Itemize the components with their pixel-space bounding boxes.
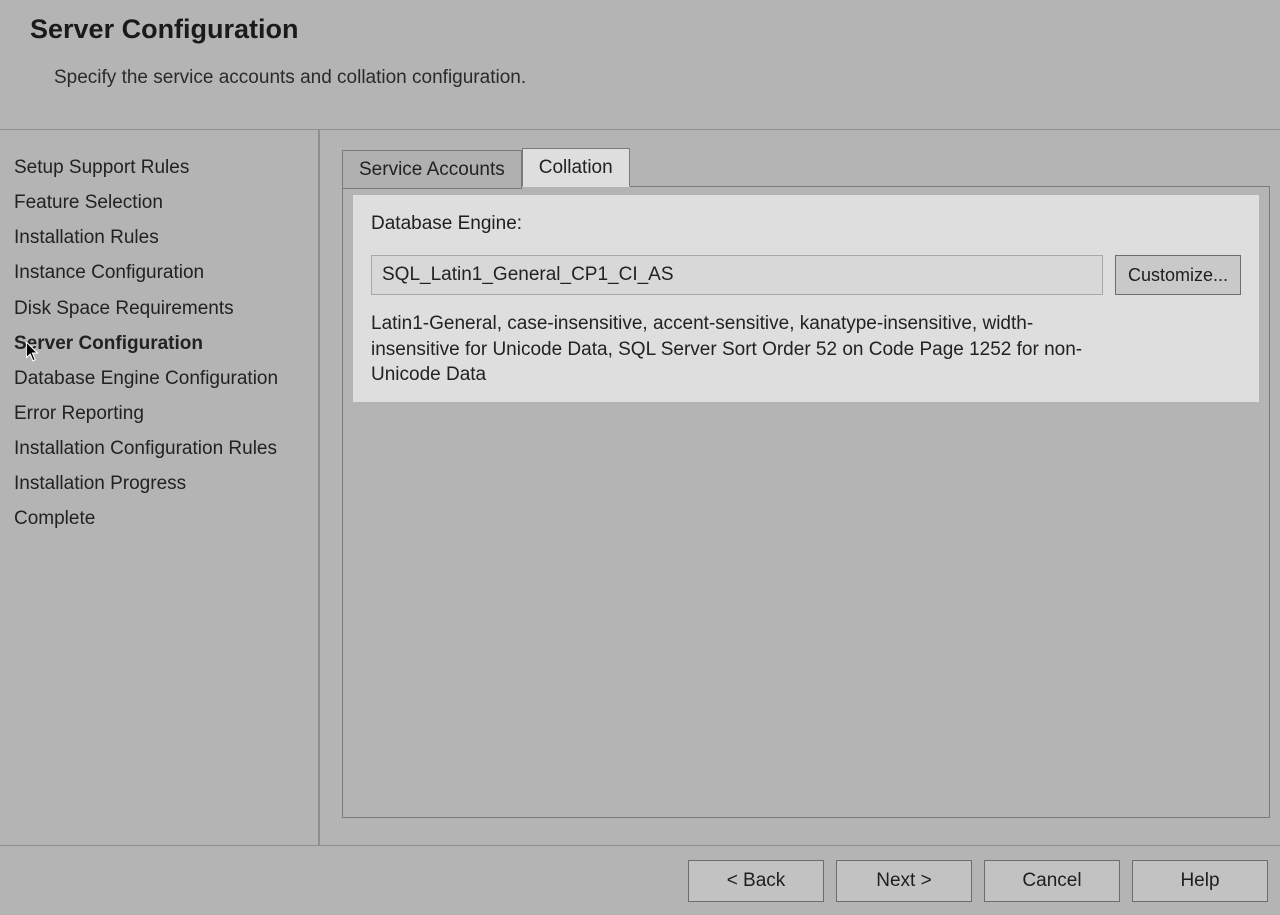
wizard-body: Setup Support Rules Feature Selection In… [0,130,1280,845]
wizard-footer: < Back Next > Cancel Help [0,845,1280,915]
cancel-button[interactable]: Cancel [984,860,1120,902]
collation-value-field: SQL_Latin1_General_CP1_CI_AS [371,255,1103,295]
help-button[interactable]: Help [1132,860,1268,902]
step-complete[interactable]: Complete [14,501,318,536]
customize-button[interactable]: Customize... [1115,255,1241,295]
wizard-main-panel: Service Accounts Collation Database Engi… [320,130,1280,845]
step-instance-configuration[interactable]: Instance Configuration [14,255,318,290]
tab-service-accounts[interactable]: Service Accounts [342,150,522,189]
wizard-header: Server Configuration Specify the service… [0,0,1280,130]
collation-tab-panel: Database Engine: SQL_Latin1_General_CP1_… [342,186,1270,818]
step-disk-space-requirements[interactable]: Disk Space Requirements [14,291,318,326]
tab-collation[interactable]: Collation [522,148,630,187]
step-installation-rules[interactable]: Installation Rules [14,220,318,255]
step-error-reporting[interactable]: Error Reporting [14,396,318,431]
page-subtitle: Specify the service accounts and collati… [54,67,1250,89]
step-database-engine-configuration[interactable]: Database Engine Configuration [14,361,318,396]
back-button[interactable]: < Back [688,860,824,902]
collation-row: SQL_Latin1_General_CP1_CI_AS Customize..… [371,255,1241,295]
database-engine-label: Database Engine: [371,213,1241,235]
step-server-configuration[interactable]: Server Configuration [14,326,318,361]
database-engine-group: Database Engine: SQL_Latin1_General_CP1_… [353,195,1259,402]
step-setup-support-rules[interactable]: Setup Support Rules [14,150,318,185]
next-button[interactable]: Next > [836,860,972,902]
step-installation-configuration-rules[interactable]: Installation Configuration Rules [14,431,318,466]
step-installation-progress[interactable]: Installation Progress [14,466,318,501]
collation-description: Latin1-General, case-insensitive, accent… [371,311,1091,388]
page-title: Server Configuration [30,14,1250,45]
wizard-steps-sidebar: Setup Support Rules Feature Selection In… [0,130,320,845]
step-feature-selection[interactable]: Feature Selection [14,185,318,220]
tab-strip: Service Accounts Collation [342,148,1270,187]
